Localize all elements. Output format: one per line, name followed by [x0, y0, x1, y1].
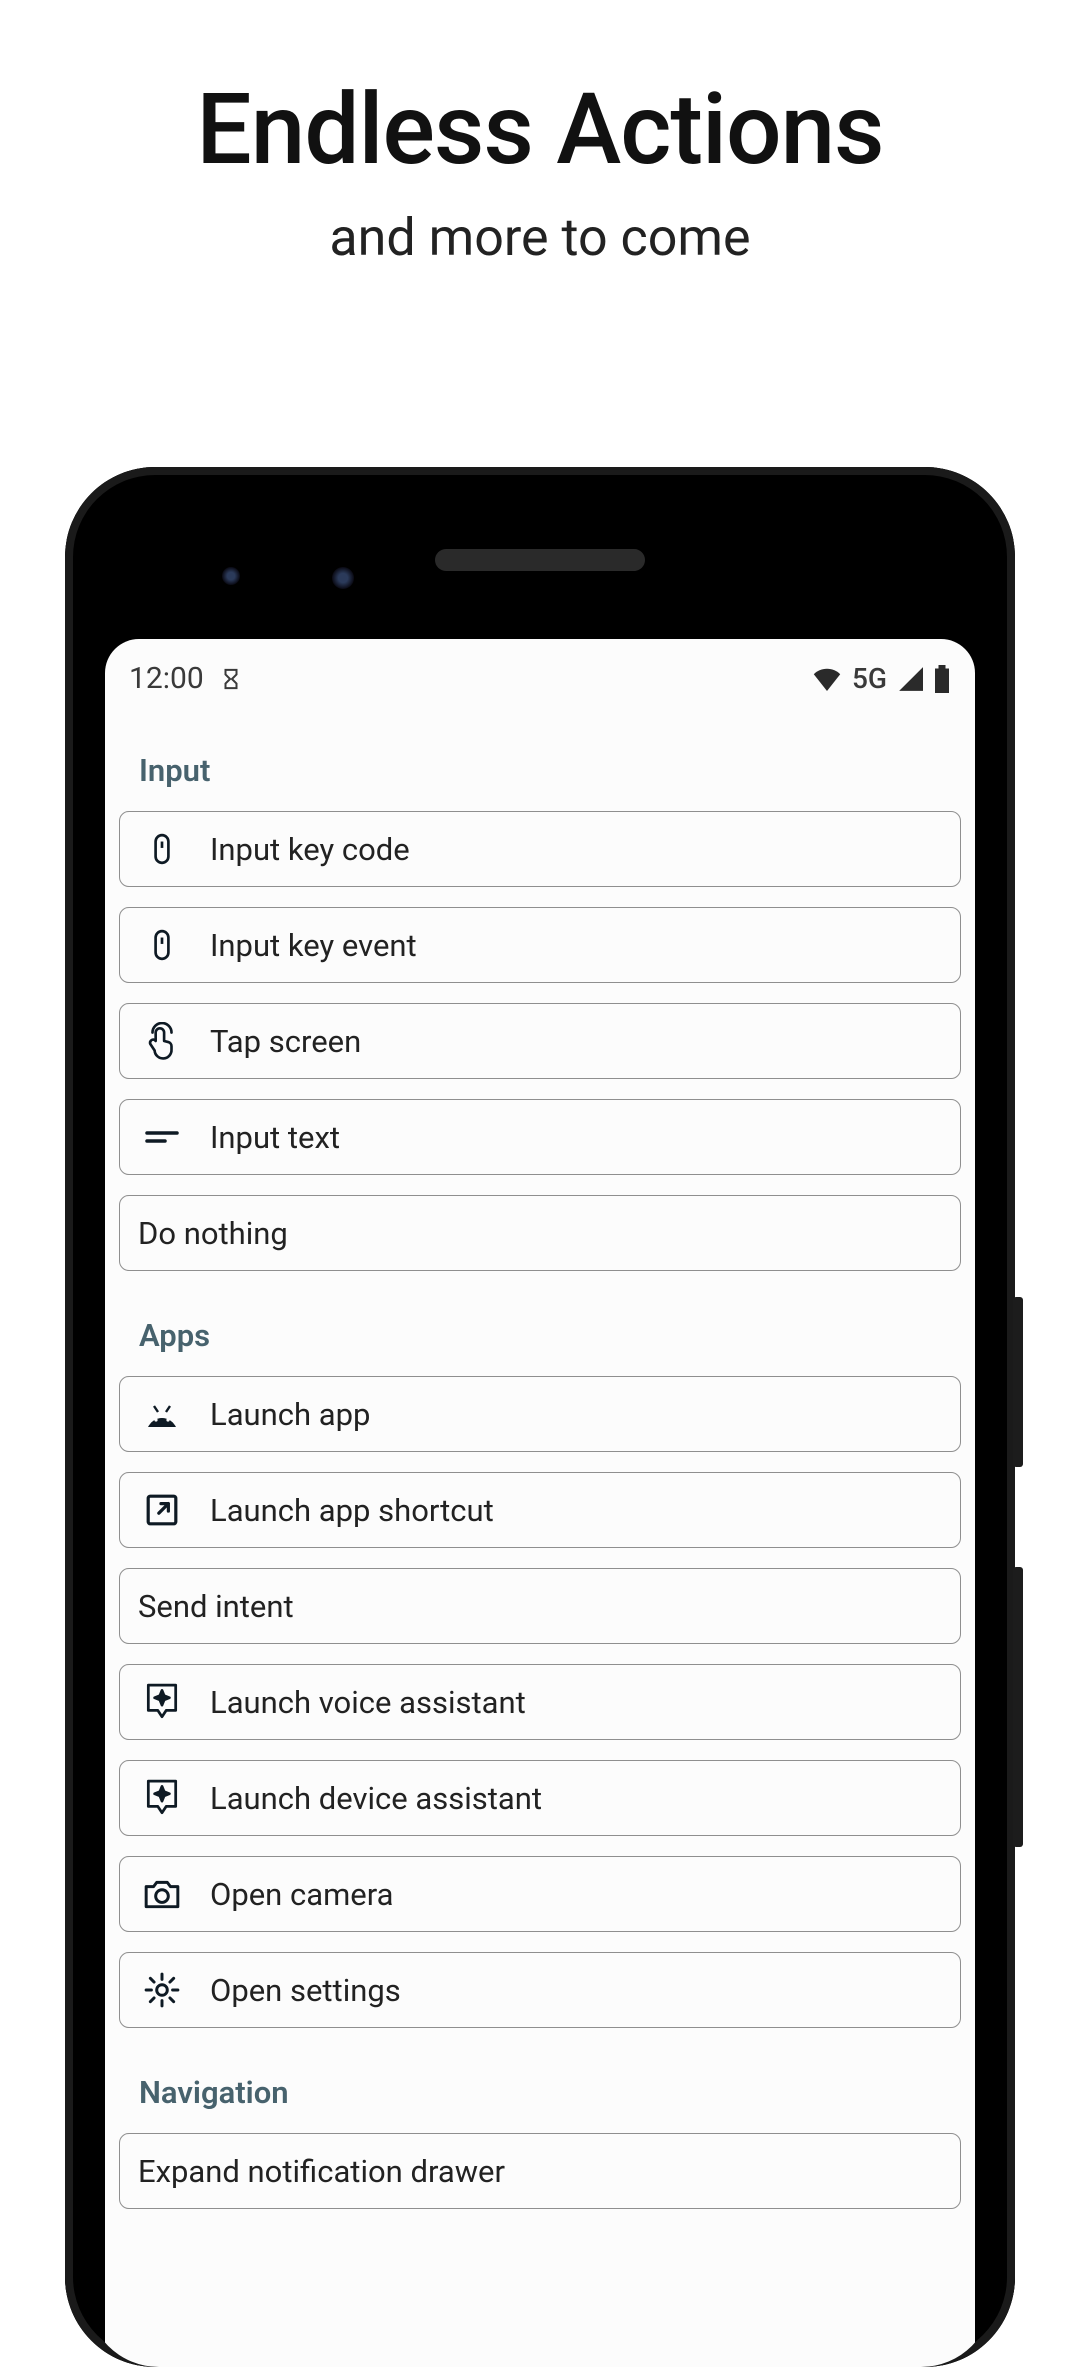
- status-time: 12:00: [129, 661, 204, 696]
- action-input-text[interactable]: Input text: [119, 1099, 961, 1175]
- touch-icon: [138, 1021, 186, 1061]
- action-label: Launch voice assistant: [210, 1684, 526, 1721]
- status-bar: 12:00 5G: [105, 639, 975, 706]
- camera-icon: [138, 1874, 186, 1914]
- action-tap-screen[interactable]: Tap screen: [119, 1003, 961, 1079]
- gear-icon: [138, 1970, 186, 2010]
- assistant-icon: [138, 1778, 186, 1818]
- phone-camera-2: [332, 567, 354, 589]
- action-expand-notification-drawer[interactable]: Expand notification drawer: [119, 2133, 961, 2209]
- hero-title: Endless Actions: [0, 72, 1080, 187]
- phone-screen: 12:00 5G: [105, 639, 975, 2367]
- action-open-settings[interactable]: Open settings: [119, 1952, 961, 2028]
- action-send-intent[interactable]: Send intent: [119, 1568, 961, 1644]
- action-input-key-event[interactable]: Input key event: [119, 907, 961, 983]
- action-label: Expand notification drawer: [138, 2153, 505, 2190]
- phone-speaker: [435, 549, 645, 571]
- action-label: Open settings: [210, 1972, 401, 2009]
- action-launch-device-assistant[interactable]: Launch device assistant: [119, 1760, 961, 1836]
- action-label: Launch device assistant: [210, 1780, 542, 1817]
- action-launch-app-shortcut[interactable]: Launch app shortcut: [119, 1472, 961, 1548]
- action-label: Launch app: [210, 1396, 370, 1433]
- action-label: Input key code: [210, 831, 410, 868]
- action-open-camera[interactable]: Open camera: [119, 1856, 961, 1932]
- signal-icon: [897, 667, 923, 691]
- open-in-new-icon: [138, 1490, 186, 1530]
- hero-subtitle: and more to come: [0, 207, 1080, 268]
- action-label: Send intent: [138, 1588, 294, 1625]
- key-icon: [138, 925, 186, 965]
- battery-icon: [933, 665, 951, 693]
- action-launch-app[interactable]: Launch app: [119, 1376, 961, 1452]
- action-do-nothing[interactable]: Do nothing: [119, 1195, 961, 1271]
- phone-camera-1: [222, 567, 240, 585]
- section-header-navigation: Navigation: [119, 2048, 961, 2133]
- action-label: Do nothing: [138, 1215, 288, 1252]
- key-icon: [138, 829, 186, 869]
- android-icon: [138, 1394, 186, 1434]
- side-button-1: [1013, 1297, 1023, 1467]
- network-label: 5G: [852, 662, 887, 695]
- wifi-icon: [812, 667, 842, 691]
- action-label: Open camera: [210, 1876, 393, 1913]
- sync-icon: [220, 666, 242, 692]
- assistant-icon: [138, 1682, 186, 1722]
- section-header-input: Input: [119, 726, 961, 811]
- action-label: Input text: [210, 1119, 340, 1156]
- action-label: Launch app shortcut: [210, 1492, 494, 1529]
- section-header-apps: Apps: [119, 1291, 961, 1376]
- side-button-2: [1013, 1567, 1023, 1847]
- phone-frame: 12:00 5G: [65, 467, 1015, 2367]
- action-launch-voice-assistant[interactable]: Launch voice assistant: [119, 1664, 961, 1740]
- action-input-key-code[interactable]: Input key code: [119, 811, 961, 887]
- short-text-icon: [138, 1117, 186, 1157]
- action-label: Input key event: [210, 927, 417, 964]
- action-label: Tap screen: [210, 1023, 361, 1060]
